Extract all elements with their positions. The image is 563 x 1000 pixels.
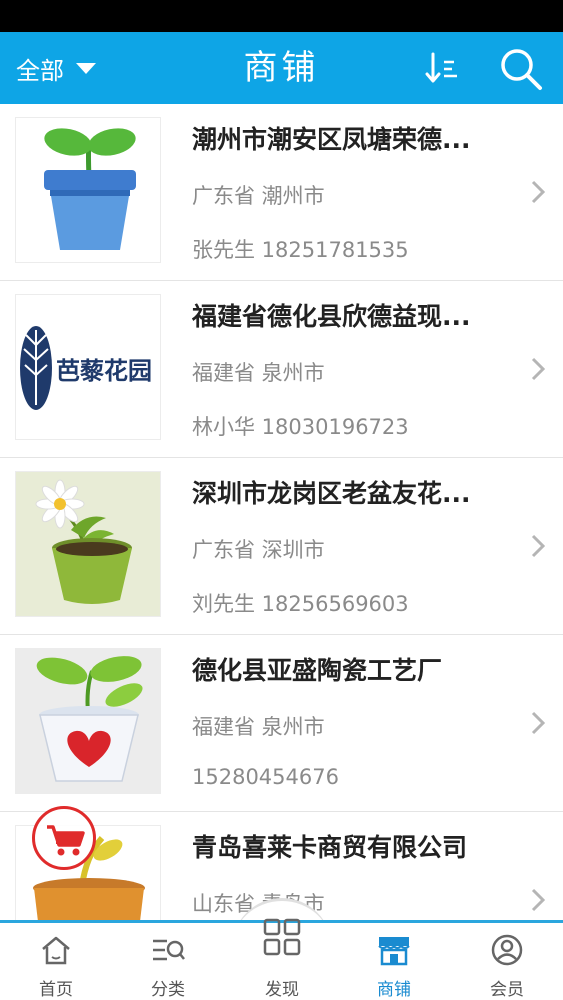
shop-icon bbox=[378, 937, 410, 966]
shop-row[interactable]: 德化县亚盛陶瓷工艺厂 福建省 泉州市 15280454676 bbox=[0, 635, 563, 812]
shop-row[interactable]: 深圳市龙岗区老盆友花... 广东省 深圳市 刘先生 18256569603 bbox=[0, 458, 563, 635]
caret-down-icon bbox=[76, 62, 96, 74]
shop-list: 潮州市潮安区凤塘荣德... 广东省 潮州市 张先生 18251781535 芭藜… bbox=[0, 104, 563, 920]
tab-label: 会员 bbox=[490, 980, 524, 1000]
tab-category[interactable]: 分类 bbox=[112, 923, 224, 1000]
chevron-right-icon bbox=[531, 180, 545, 204]
shop-name: 潮州市潮安区凤塘荣德... bbox=[192, 125, 471, 154]
shop-thumbnail: 芭藜花园 bbox=[15, 294, 161, 440]
chevron-right-icon bbox=[531, 888, 545, 912]
logo-text: 芭藜花园 bbox=[56, 356, 152, 385]
shop-name: 青岛喜莱卡商贸有限公司 bbox=[192, 833, 468, 862]
logo-image: 芭藜花园 bbox=[20, 326, 152, 410]
tab-bar: 首页 分类 发现 商铺 会员 bbox=[0, 918, 563, 1000]
shop-contact: 15280454676 bbox=[192, 765, 339, 789]
chevron-right-icon bbox=[531, 534, 545, 558]
sort-icon bbox=[425, 52, 457, 83]
search-button[interactable] bbox=[498, 46, 544, 92]
filter-label: 全部 bbox=[16, 56, 64, 85]
cart-button[interactable] bbox=[32, 806, 96, 870]
shop-region: 福建省 泉州市 bbox=[192, 361, 325, 385]
tab-label: 发现 bbox=[265, 980, 299, 1000]
shop-contact: 刘先生 18256569603 bbox=[192, 592, 409, 616]
cart-icon bbox=[47, 825, 85, 856]
shop-row[interactable]: 芭藜花园 福建省德化县欣德益现... 福建省 泉州市 林小华 180301967… bbox=[0, 281, 563, 458]
tab-shop[interactable]: 商铺 bbox=[338, 923, 450, 1000]
app-header: 全部 商铺 bbox=[0, 32, 563, 104]
filter-dropdown[interactable]: 全部 bbox=[16, 32, 96, 104]
member-icon bbox=[491, 934, 523, 966]
heart-pot-image bbox=[16, 649, 160, 793]
shop-thumbnail bbox=[15, 117, 161, 263]
shop-region: 福建省 泉州市 bbox=[192, 715, 325, 739]
category-icon bbox=[153, 939, 185, 961]
shop-name: 德化县亚盛陶瓷工艺厂 bbox=[192, 656, 443, 685]
chevron-right-icon bbox=[531, 357, 545, 381]
shop-name: 深圳市龙岗区老盆友花... bbox=[192, 479, 471, 508]
shop-thumbnail bbox=[15, 471, 161, 617]
shop-contact: 林小华 18030196723 bbox=[192, 415, 409, 439]
tab-discover[interactable]: 发现 bbox=[226, 918, 338, 1000]
sort-button[interactable] bbox=[424, 50, 460, 86]
shop-contact: 张先生 18251781535 bbox=[192, 238, 409, 262]
shop-thumbnail bbox=[15, 648, 161, 794]
shop-region: 广东省 深圳市 bbox=[192, 538, 325, 562]
shop-name: 福建省德化县欣德益现... bbox=[192, 302, 471, 331]
tab-member[interactable]: 会员 bbox=[451, 923, 563, 1000]
tab-home[interactable]: 首页 bbox=[0, 923, 112, 1000]
home-icon bbox=[42, 936, 70, 965]
shop-row[interactable]: 潮州市潮安区凤塘荣德... 广东省 潮州市 张先生 18251781535 bbox=[0, 104, 563, 281]
shop-region: 广东省 潮州市 bbox=[192, 184, 325, 208]
search-icon bbox=[501, 49, 542, 90]
tab-label: 首页 bbox=[39, 980, 73, 1000]
tab-label: 商铺 bbox=[377, 980, 411, 1000]
status-bar bbox=[0, 0, 563, 32]
tab-label: 分类 bbox=[151, 980, 185, 1000]
sprout-pot-image bbox=[44, 128, 136, 250]
chevron-right-icon bbox=[531, 711, 545, 735]
daisy-pot-image bbox=[16, 472, 160, 616]
discover-icon bbox=[263, 918, 301, 956]
